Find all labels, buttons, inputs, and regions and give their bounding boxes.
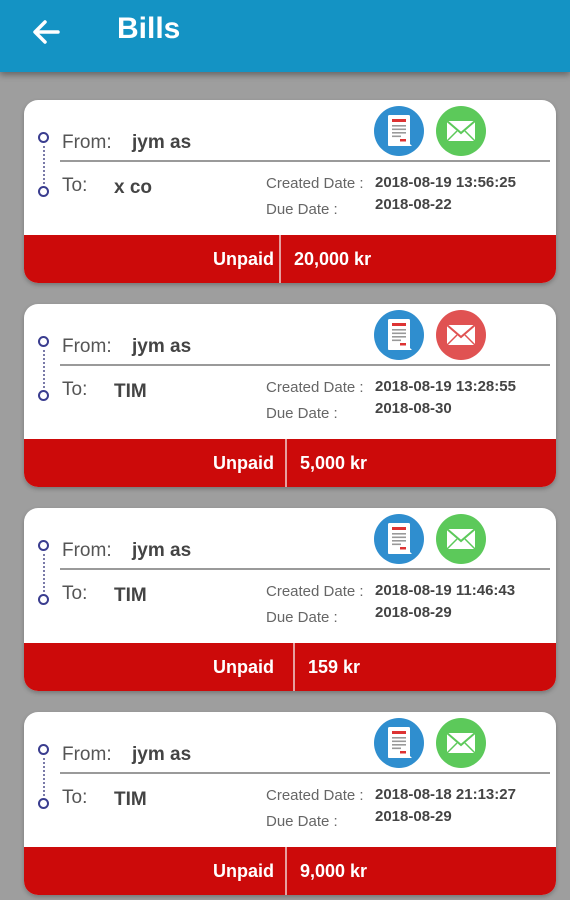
to-value: x co: [114, 177, 153, 198]
bill-card[interactable]: From: jym as To: TIM Created Date : 2018…: [24, 304, 556, 487]
timeline-dot: [38, 336, 49, 347]
divider: [60, 772, 550, 774]
created-date-label: Created Date :: [266, 379, 364, 396]
timeline-line: [43, 758, 45, 796]
bill-footer: Unpaid 20,000 kr: [24, 235, 556, 283]
divider: [60, 568, 550, 570]
due-date-label: Due Date :: [266, 201, 338, 218]
to-label: To:: [62, 583, 88, 604]
footer-divider: [285, 847, 287, 895]
timeline-dot: [38, 540, 49, 551]
created-date-value: 2018-08-18 21:13:27: [375, 786, 516, 803]
to-label: To:: [62, 787, 88, 808]
from-to-timeline: [38, 132, 50, 198]
due-date-label: Due Date :: [266, 813, 338, 830]
to-value: TIM: [114, 381, 147, 402]
bill-list: From: jym as To: x co Created Date : 201…: [24, 100, 556, 900]
created-date-value: 2018-08-19 13:56:25: [375, 174, 516, 191]
timeline-dot: [38, 390, 49, 401]
timeline-line: [43, 146, 45, 184]
status-badge: Unpaid: [213, 453, 274, 473]
due-date-value: 2018-08-22: [375, 196, 452, 213]
footer-divider: [285, 439, 287, 487]
from-value: jym as: [132, 744, 192, 765]
mail-icon[interactable]: [436, 718, 486, 768]
bill-footer: Unpaid 159 kr: [24, 643, 556, 691]
created-date-label: Created Date :: [266, 175, 364, 192]
from-label: From:: [62, 540, 112, 561]
due-date-label: Due Date :: [266, 609, 338, 626]
timeline-dot: [38, 594, 49, 605]
arrow-left-icon: [33, 20, 60, 44]
invoice-document-icon[interactable]: [374, 514, 424, 564]
invoice-document-icon[interactable]: [374, 106, 424, 156]
from-value: jym as: [132, 132, 192, 153]
timeline-line: [43, 350, 45, 388]
status-badge: Unpaid: [213, 657, 274, 677]
from-label: From:: [62, 744, 112, 765]
divider: [60, 160, 550, 162]
invoice-document-icon[interactable]: [374, 310, 424, 360]
to-value: TIM: [114, 789, 147, 810]
footer-divider: [293, 643, 295, 691]
from-to-timeline: [38, 744, 50, 810]
from-to-timeline: [38, 540, 50, 606]
from-value: jym as: [132, 336, 192, 357]
amount-value: 20,000 kr: [294, 249, 372, 269]
timeline-dot: [38, 798, 49, 809]
status-badge: Unpaid: [213, 861, 274, 881]
created-date-value: 2018-08-19 13:28:55: [375, 378, 516, 395]
created-date-label: Created Date :: [266, 583, 364, 600]
footer-divider: [279, 235, 281, 283]
from-value: jym as: [132, 540, 192, 561]
bill-footer: Unpaid 5,000 kr: [24, 439, 556, 487]
due-date-label: Due Date :: [266, 405, 338, 422]
created-date-label: Created Date :: [266, 787, 364, 804]
mail-icon[interactable]: [436, 514, 486, 564]
bill-card[interactable]: From: jym as To: TIM Created Date : 2018…: [24, 508, 556, 691]
page-title: Bills: [117, 12, 181, 45]
to-value: TIM: [114, 585, 147, 606]
mail-icon[interactable]: [436, 310, 486, 360]
from-label: From:: [62, 132, 112, 153]
to-label: To:: [62, 175, 88, 196]
due-date-value: 2018-08-29: [375, 604, 452, 621]
to-label: To:: [62, 379, 88, 400]
timeline-dot: [38, 744, 49, 755]
amount-value: 9,000 kr: [300, 861, 368, 881]
amount-value: 5,000 kr: [300, 453, 368, 473]
from-label: From:: [62, 336, 112, 357]
due-date-value: 2018-08-29: [375, 808, 452, 825]
timeline-line: [43, 554, 45, 592]
bill-card[interactable]: From: jym as To: TIM Created Date : 2018…: [24, 712, 556, 895]
bill-card[interactable]: From: jym as To: x co Created Date : 201…: [24, 100, 556, 283]
due-date-value: 2018-08-30: [375, 400, 452, 417]
app-bar: Bills: [0, 0, 570, 72]
from-to-timeline: [38, 336, 50, 402]
timeline-dot: [38, 132, 49, 143]
mail-icon[interactable]: [436, 106, 486, 156]
created-date-value: 2018-08-19 11:46:43: [375, 582, 516, 599]
invoice-document-icon[interactable]: [374, 718, 424, 768]
divider: [60, 364, 550, 366]
back-button[interactable]: [28, 14, 64, 50]
amount-value: 159 kr: [308, 657, 361, 677]
bill-footer: Unpaid 9,000 kr: [24, 847, 556, 895]
timeline-dot: [38, 186, 49, 197]
